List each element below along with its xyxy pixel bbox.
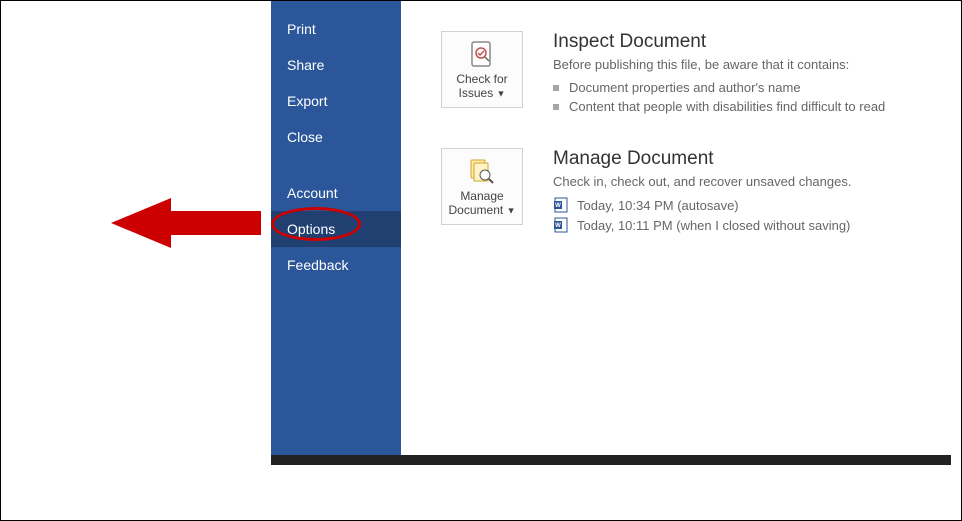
inspect-bullet-row: Document properties and author's name [553,80,885,95]
manage-document-button[interactable]: Manage Document ▼ [441,148,523,225]
word-doc-icon: W [553,197,569,213]
button-label-line1: Manage [460,189,503,203]
document-version-row[interactable]: W Today, 10:11 PM (when I closed without… [553,217,851,233]
file-menu-sidebar: Print Share Export Close Account Options… [271,1,401,460]
sidebar-item-close[interactable]: Close [271,119,401,155]
bullet-icon [553,85,559,91]
manage-subtitle: Check in, check out, and recover unsaved… [553,174,851,189]
inspect-subtitle: Before publishing this file, be aware th… [553,57,885,72]
button-label-line2: Document [449,203,504,217]
check-for-issues-button[interactable]: Check for Issues ▼ [441,31,523,108]
manage-title: Manage Document [553,148,851,170]
button-label-line2: Issues [459,86,494,100]
inspect-bullet-text: Document properties and author's name [569,80,801,95]
inspect-title: Inspect Document [553,31,885,53]
screenshot-canvas: Print Share Export Close Account Options… [0,0,962,521]
button-label-line1: Check for [456,72,507,86]
sidebar-item-feedback[interactable]: Feedback [271,247,401,283]
inspect-bullet-row: Content that people with disabilities fi… [553,99,885,114]
taskbar-strip [271,455,951,465]
chevron-down-icon: ▼ [507,206,516,216]
content-pane: Check for Issues ▼ Inspect Document Befo… [401,1,951,460]
sidebar-item-export[interactable]: Export [271,83,401,119]
sidebar-item-print[interactable]: Print [271,11,401,47]
check-for-issues-icon [446,40,518,68]
manage-document-icon [446,157,518,185]
version-label: Today, 10:11 PM (when I closed without s… [577,218,850,233]
app-window: Print Share Export Close Account Options… [271,1,951,460]
svg-text:W: W [555,203,561,209]
annotation-arrow-icon [111,193,271,253]
inspect-bullet-text: Content that people with disabilities fi… [569,99,885,114]
sidebar-item-options[interactable]: Options [271,211,401,247]
svg-text:W: W [555,223,561,229]
word-doc-icon: W [553,217,569,233]
bullet-icon [553,104,559,110]
document-version-row[interactable]: W Today, 10:34 PM (autosave) [553,197,851,213]
sidebar-item-account[interactable]: Account [271,175,401,211]
sidebar-item-share[interactable]: Share [271,47,401,83]
inspect-section: Check for Issues ▼ Inspect Document Befo… [441,31,931,118]
manage-section: Manage Document ▼ Manage Document Check … [441,148,931,237]
chevron-down-icon: ▼ [497,89,506,99]
version-label: Today, 10:34 PM (autosave) [577,198,739,213]
